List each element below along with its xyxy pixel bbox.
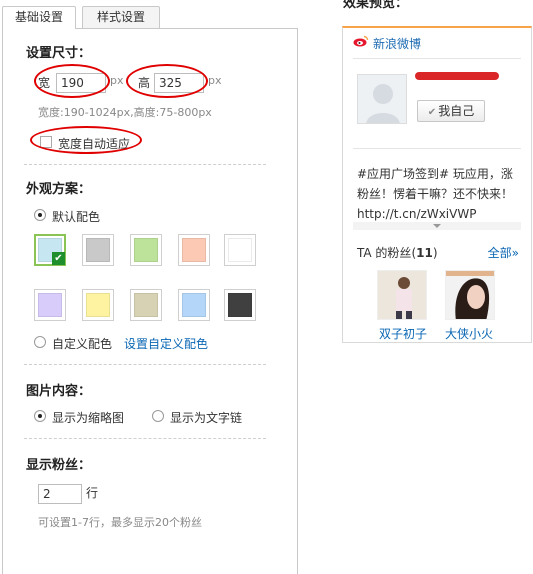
fan-avatar-2[interactable] — [445, 270, 495, 320]
fan-rows-unit: 行 — [86, 486, 99, 500]
width-highlight-oval — [34, 64, 110, 98]
height-highlight-oval — [126, 64, 208, 98]
tab-style-settings[interactable]: 样式设置 — [82, 6, 160, 28]
default-color-radio[interactable] — [34, 209, 46, 221]
swatch-fill — [86, 238, 110, 262]
weibo-brand-link[interactable]: 新浪微博 — [373, 35, 421, 52]
username-redacted — [415, 72, 499, 80]
fans-label-text: TA 的粉丝 — [357, 246, 412, 260]
tab-basic-settings[interactable]: 基础设置 — [2, 6, 76, 29]
color-swatch[interactable] — [178, 234, 210, 266]
color-swatch[interactable] — [82, 234, 114, 266]
swatch-fill — [86, 293, 110, 317]
fan-photo-icon — [378, 271, 426, 319]
size-hint: 宽度:190-1024px,高度:75-800px — [38, 106, 212, 119]
fans-hint: 可设置1-7行，最多显示20个粉丝 — [38, 516, 202, 529]
size-section-title: 设置尺寸： — [26, 46, 92, 61]
swatch-fill — [228, 238, 252, 262]
custom-color-label: 自定义配色 — [52, 337, 113, 351]
set-custom-color-link[interactable]: 设置自定义配色 — [124, 335, 208, 352]
fan-name-2[interactable]: 大侠小火 — [445, 325, 493, 342]
swatch-fill — [228, 293, 252, 317]
weibo-logo-icon — [353, 35, 369, 47]
swatch-fill — [182, 238, 206, 262]
all-fans-link[interactable]: 全部» — [488, 244, 519, 261]
weibo-widget-preview: 新浪微博 ✔ 我自己 #应用广场签到# 玩应用，涨粉丝！愣着干嘛？还不快来！htt… — [342, 26, 532, 343]
divider — [353, 148, 521, 149]
color-swatch[interactable] — [130, 234, 162, 266]
appearance-section-title: 外观方案： — [26, 182, 92, 197]
fans-section-title: 显示粉丝： — [26, 458, 92, 473]
color-swatch[interactable] — [130, 289, 162, 321]
fan-photo-icon — [446, 271, 494, 319]
swatch-fill — [38, 293, 62, 317]
thumbnail-label: 显示为缩略图 — [52, 411, 125, 425]
fans-count: 11 — [416, 246, 433, 260]
divider — [24, 438, 266, 439]
latest-tweet: #应用广场签到# 玩应用，涨粉丝！愣着干嘛？还不快来！http://t.cn/z… — [357, 167, 514, 221]
me-button[interactable]: ✔ 我自己 — [417, 100, 485, 122]
selected-check-icon: ✔ — [52, 252, 65, 265]
custom-color-radio[interactable] — [34, 336, 46, 348]
swatch-fill — [134, 238, 158, 262]
text-link-radio[interactable] — [152, 410, 164, 422]
auto-width-highlight-oval — [30, 126, 142, 154]
color-swatch[interactable] — [178, 289, 210, 321]
divider — [24, 364, 266, 365]
width-unit: px — [110, 74, 124, 87]
default-avatar-icon — [358, 75, 406, 123]
check-icon: ✔ — [427, 107, 437, 118]
text-link-label: 显示为文字链 — [170, 411, 243, 425]
settings-tabs: 基础设置 样式设置 — [2, 6, 298, 29]
color-swatch[interactable] — [34, 289, 66, 321]
swatch-fill — [134, 293, 158, 317]
fan-avatar-1[interactable] — [377, 270, 427, 320]
color-swatch[interactable] — [224, 289, 256, 321]
fan-rows-input[interactable]: 2 — [38, 484, 82, 504]
fan-name-1[interactable]: 双子初子 — [379, 325, 427, 342]
fans-label: TA 的粉丝(11) — [357, 246, 438, 260]
swatch-fill — [182, 293, 206, 317]
me-button-label: 我自己 — [438, 104, 475, 118]
scroll-down-icon[interactable] — [433, 224, 441, 228]
user-avatar[interactable] — [357, 74, 407, 124]
color-swatch[interactable] — [224, 234, 256, 266]
divider — [353, 58, 521, 59]
default-color-label: 默认配色 — [52, 210, 101, 224]
height-unit: px — [208, 74, 222, 87]
image-content-section-title: 图片内容： — [26, 384, 92, 399]
color-swatch[interactable] — [82, 289, 114, 321]
thumbnail-radio[interactable] — [34, 410, 46, 422]
divider — [24, 164, 266, 165]
preview-title: 效果预览： — [343, 0, 409, 11]
color-swatch[interactable]: ✔ — [34, 234, 66, 266]
